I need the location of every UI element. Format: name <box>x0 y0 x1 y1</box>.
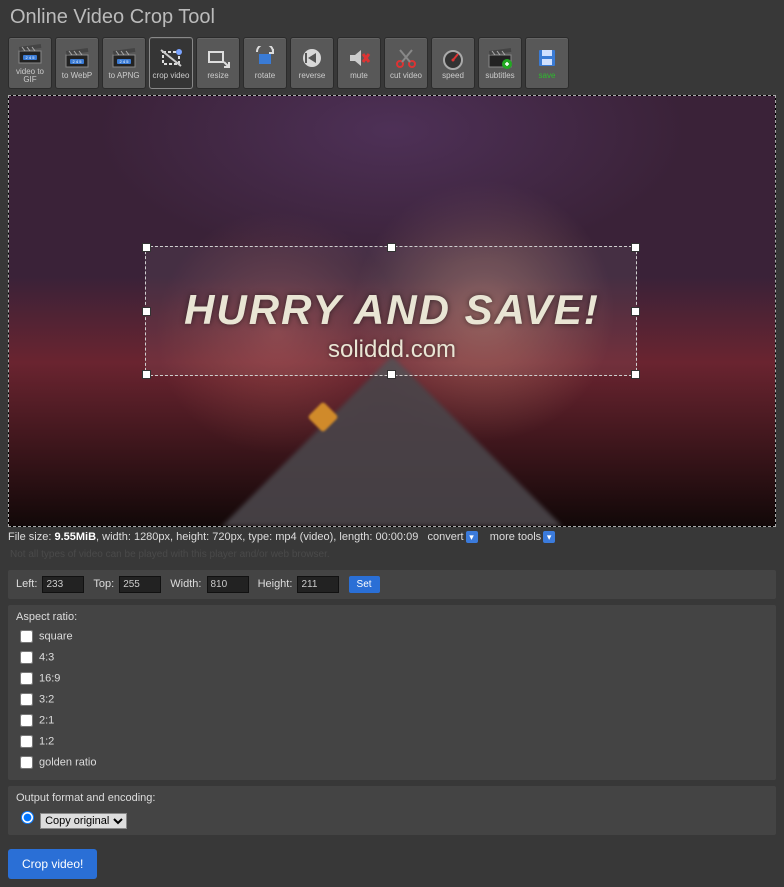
tool-label: subtitles <box>485 72 514 80</box>
svg-text:2 4 5: 2 4 5 <box>73 59 83 64</box>
tool-label: cut video <box>390 72 422 80</box>
left-label: Left: <box>16 578 37 590</box>
aspect-ratio-header: Aspect ratio: <box>16 611 768 623</box>
aspect-label: golden ratio <box>39 757 97 769</box>
mute-icon <box>345 46 373 70</box>
compatibility-note: Not all types of video can be played wit… <box>10 549 774 560</box>
tool-label: to WebP <box>62 72 93 80</box>
file-info-line: File size: 9.55MiB, width: 1280px, heigh… <box>8 531 776 543</box>
width-input[interactable] <box>207 576 249 593</box>
left-input[interactable] <box>42 576 84 593</box>
aspect-option-4-3[interactable]: 4:3 <box>16 648 768 667</box>
tool-label: rotate <box>255 72 275 80</box>
tool-to-webp[interactable]: 2 4 5 to WebP <box>55 37 99 89</box>
aspect-option-2-1[interactable]: 2:1 <box>16 711 768 730</box>
tool-label: video to GIF <box>9 68 51 84</box>
output-header: Output format and encoding: <box>16 792 768 804</box>
tool-label: mute <box>350 72 368 80</box>
video-to-gif-icon: 2 4 5 <box>16 42 44 66</box>
tool-speed[interactable]: speed <box>431 37 475 89</box>
tool-label: resize <box>207 72 228 80</box>
crop-handle-se[interactable] <box>631 370 640 379</box>
file-info-rest: , width: 1280px, height: 720px, type: mp… <box>96 531 418 543</box>
to-apng-icon: 2 4 5 <box>110 46 138 70</box>
aspect-checkbox[interactable] <box>20 630 33 643</box>
rotate-icon <box>251 46 279 70</box>
toolbar: 2 4 5 video to GIF 2 4 5 to WebP 2 4 5 to APN… <box>0 37 784 95</box>
page-title: Online Video Crop Tool <box>10 6 784 29</box>
set-button[interactable]: Set <box>349 576 380 593</box>
file-info-prefix: File size: <box>8 531 54 543</box>
aspect-option-16-9[interactable]: 16:9 <box>16 669 768 688</box>
resize-icon <box>204 46 232 70</box>
tool-crop-video[interactable]: crop video <box>149 37 193 89</box>
dimensions-panel: Left: Top: Width: Height: Set <box>8 570 776 599</box>
convert-expand-icon[interactable]: ▾ <box>466 531 478 543</box>
crop-video-button[interactable]: Crop video! <box>8 849 97 879</box>
width-label: Width: <box>170 578 201 590</box>
aspect-checkbox[interactable] <box>20 693 33 706</box>
save-icon <box>533 46 561 70</box>
crop-handle-ne[interactable] <box>631 243 640 252</box>
aspect-checkbox[interactable] <box>20 714 33 727</box>
convert-link[interactable]: convert▾ <box>427 531 477 543</box>
aspect-label: 2:1 <box>39 715 54 727</box>
crop-handle-w[interactable] <box>142 307 151 316</box>
tool-video-to-gif[interactable]: 2 4 5 video to GIF <box>8 37 52 89</box>
top-label: Top: <box>93 578 114 590</box>
tool-cut-video[interactable]: cut video <box>384 37 428 89</box>
crop-handle-n[interactable] <box>387 243 396 252</box>
aspect-label: 3:2 <box>39 694 54 706</box>
to-webp-icon: 2 4 5 <box>63 46 91 70</box>
crop-handle-e[interactable] <box>631 307 640 316</box>
tool-mute[interactable]: mute <box>337 37 381 89</box>
crop-selection[interactable] <box>145 246 637 376</box>
output-select[interactable]: Copy original <box>40 813 127 829</box>
aspect-option-golden-ratio[interactable]: golden ratio <box>16 753 768 772</box>
aspect-option-1-2[interactable]: 1:2 <box>16 732 768 751</box>
output-panel: Output format and encoding: Copy origina… <box>8 786 776 835</box>
aspect-option-3-2[interactable]: 3:2 <box>16 690 768 709</box>
tool-subtitles[interactable]: subtitles <box>478 37 522 89</box>
aspect-option-square[interactable]: square <box>16 627 768 646</box>
aspect-label: 1:2 <box>39 736 54 748</box>
tool-to-apng[interactable]: 2 4 5 to APNG <box>102 37 146 89</box>
aspect-ratio-panel: Aspect ratio: square 4:3 16:9 3:2 2:1 1:2 gold… <box>8 605 776 780</box>
output-radio-row[interactable]: Copy original <box>16 815 127 827</box>
aspect-checkbox[interactable] <box>20 735 33 748</box>
svg-text:2 4 5: 2 4 5 <box>120 59 130 64</box>
aspect-label: 4:3 <box>39 652 54 664</box>
crop-handle-s[interactable] <box>387 370 396 379</box>
crop-video-icon <box>157 46 185 70</box>
top-input[interactable] <box>119 576 161 593</box>
output-radio[interactable] <box>21 811 34 824</box>
speed-icon <box>439 46 467 70</box>
video-preview[interactable]: HURRY AND SAVE! soliddd.com <box>8 95 776 527</box>
tool-save[interactable]: save <box>525 37 569 89</box>
height-label: Height: <box>258 578 293 590</box>
tool-reverse[interactable]: reverse <box>290 37 334 89</box>
tool-label: save <box>539 72 556 80</box>
height-input[interactable] <box>297 576 339 593</box>
aspect-checkbox[interactable] <box>20 651 33 664</box>
cut-video-icon <box>392 46 420 70</box>
aspect-label: 16:9 <box>39 673 60 685</box>
aspect-checkbox[interactable] <box>20 672 33 685</box>
tool-label: reverse <box>299 72 326 80</box>
tool-rotate[interactable]: rotate <box>243 37 287 89</box>
reverse-icon <box>298 46 326 70</box>
more-tools-link[interactable]: more tools▾ <box>490 531 555 543</box>
crop-handle-nw[interactable] <box>142 243 151 252</box>
svg-text:2 4 5: 2 4 5 <box>26 55 36 60</box>
tool-label: speed <box>442 72 464 80</box>
tool-resize[interactable]: resize <box>196 37 240 89</box>
subtitles-icon <box>486 46 514 70</box>
crop-handle-sw[interactable] <box>142 370 151 379</box>
tool-label: crop video <box>153 72 190 80</box>
file-size: 9.55MiB <box>54 531 96 543</box>
aspect-label: square <box>39 631 73 643</box>
more-tools-expand-icon[interactable]: ▾ <box>543 531 555 543</box>
tool-label: to APNG <box>108 72 139 80</box>
aspect-checkbox[interactable] <box>20 756 33 769</box>
